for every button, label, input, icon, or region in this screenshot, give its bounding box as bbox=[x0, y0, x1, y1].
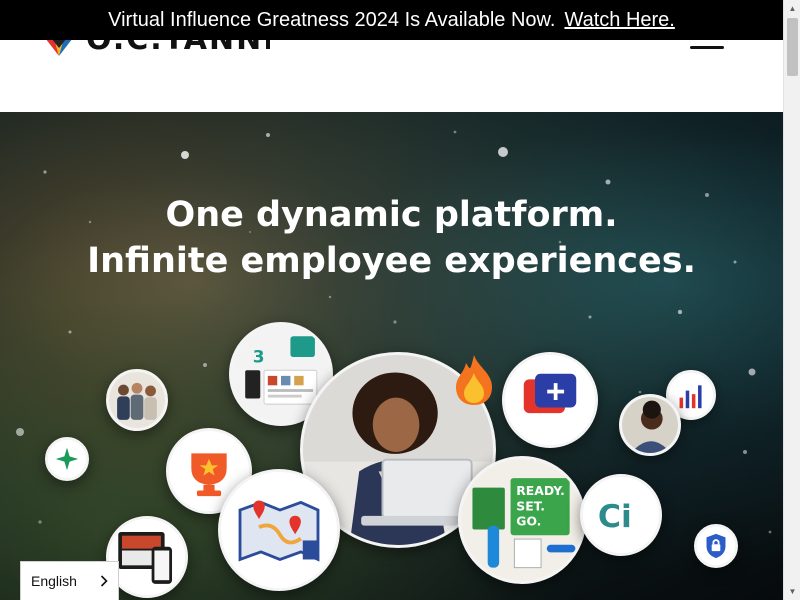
page: O.C.TANNER Virtual Influence Greatness 2… bbox=[0, 0, 800, 600]
fire-emoji-icon bbox=[450, 353, 498, 407]
svg-text:SET.: SET. bbox=[516, 498, 545, 513]
ready-set-go-kit-bubble: READY. SET. GO. bbox=[458, 456, 586, 584]
language-selector[interactable]: English bbox=[20, 561, 119, 600]
watch-here-link[interactable]: Watch Here. bbox=[564, 9, 674, 32]
ci-logo-bubble: Ci bbox=[580, 474, 662, 556]
team-photo-bubble bbox=[106, 369, 168, 431]
headline-line-1: One dynamic platform. bbox=[165, 195, 618, 235]
scroll-down-arrow-icon[interactable]: ▼ bbox=[784, 583, 800, 600]
svg-text:GO.: GO. bbox=[516, 514, 541, 529]
shield-lock-bubble bbox=[694, 524, 738, 568]
ci-text: Ci bbox=[598, 499, 632, 535]
chat-plus-bubble bbox=[502, 352, 598, 448]
announcement-bar: Virtual Influence Greatness 2024 Is Avai… bbox=[0, 0, 783, 40]
hamburger-icon bbox=[690, 46, 724, 49]
man-phone-bubble bbox=[619, 394, 681, 456]
headline-line-2: Infinite employee experiences. bbox=[87, 241, 696, 281]
language-label: English bbox=[31, 573, 77, 589]
svg-text:3: 3 bbox=[253, 347, 265, 367]
page-scrollbar[interactable]: ▲ ▼ bbox=[783, 0, 800, 600]
svg-text:READY.: READY. bbox=[516, 483, 565, 498]
scrollbar-thumb[interactable] bbox=[787, 18, 798, 76]
hero-section: One dynamic platform. Infinite employee … bbox=[0, 112, 783, 600]
announcement-text: Virtual Influence Greatness 2024 Is Avai… bbox=[108, 8, 556, 31]
scroll-up-arrow-icon[interactable]: ▲ bbox=[784, 0, 800, 17]
map-pins-bubble bbox=[218, 469, 340, 591]
hero-headline: One dynamic platform. Infinite employee … bbox=[0, 192, 783, 284]
sparkle-star-bubble bbox=[45, 437, 89, 481]
chevron-right-icon bbox=[100, 575, 108, 587]
